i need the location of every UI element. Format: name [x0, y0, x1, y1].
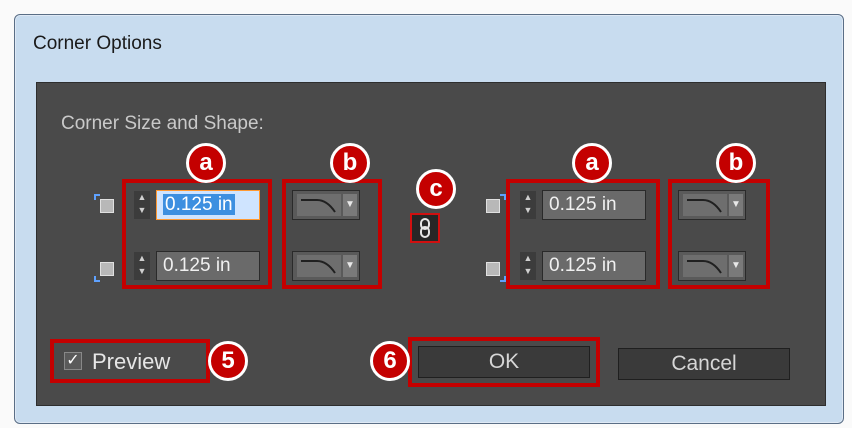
bottom-left-corner-checkbox[interactable]: [100, 262, 114, 276]
section-label: Corner Size and Shape:: [61, 113, 264, 134]
preview-checkbox[interactable]: ✓: [64, 352, 82, 370]
top-left-shape-select[interactable]: ▼: [292, 190, 360, 220]
top-right-corner-checkbox[interactable]: [486, 199, 500, 213]
bottom-right-shape-select[interactable]: ▼: [678, 251, 746, 281]
link-corners-button[interactable]: [410, 213, 440, 243]
check-icon: ✓: [66, 352, 80, 369]
top-left-corner-checkbox[interactable]: [100, 199, 114, 213]
callout-badge-6: 6: [370, 341, 410, 381]
top-left-size-input[interactable]: 0.125 in: [156, 190, 260, 220]
chevron-down-icon: ▼: [343, 194, 357, 216]
top-left-corner-marker-icon: [94, 194, 100, 200]
bottom-left-size-input[interactable]: 0.125 in: [156, 251, 260, 281]
bottom-left-corner-marker-icon: [94, 276, 100, 282]
callout-badge-b-right: b: [716, 143, 756, 183]
bottom-left-stepper-icon[interactable]: ▲ ▼: [134, 252, 150, 280]
callout-badge-5: 5: [208, 341, 248, 381]
rounded-corner-shape-icon: [297, 255, 341, 277]
chevron-down-icon: ▼: [729, 194, 743, 216]
top-left-size-value: 0.125 in: [163, 194, 235, 215]
rounded-corner-shape-icon: [297, 194, 341, 216]
cancel-button[interactable]: Cancel: [618, 348, 790, 380]
callout-badge-c: c: [416, 169, 456, 209]
rounded-corner-shape-icon: [683, 255, 727, 277]
top-right-stepper-icon[interactable]: ▲ ▼: [520, 191, 536, 219]
chain-link-icon: [420, 218, 430, 238]
chevron-down-icon: ▼: [729, 255, 743, 277]
callout-badge-a-left: a: [186, 143, 226, 183]
chevron-down-icon: ▼: [343, 255, 357, 277]
bottom-right-stepper-icon[interactable]: ▲ ▼: [520, 252, 536, 280]
bottom-right-size-input[interactable]: 0.125 in: [542, 251, 646, 281]
top-right-size-input[interactable]: 0.125 in: [542, 190, 646, 220]
window-title: Corner Options: [33, 33, 162, 54]
top-left-stepper-icon[interactable]: ▲ ▼: [134, 191, 150, 219]
bottom-right-corner-checkbox[interactable]: [486, 262, 500, 276]
top-right-shape-select[interactable]: ▼: [678, 190, 746, 220]
callout-badge-b-left: b: [330, 143, 370, 183]
rounded-corner-shape-icon: [683, 194, 727, 216]
bottom-left-shape-select[interactable]: ▼: [292, 251, 360, 281]
ok-button[interactable]: OK: [418, 346, 590, 378]
callout-badge-a-right: a: [572, 143, 612, 183]
preview-label[interactable]: Preview: [92, 349, 170, 375]
